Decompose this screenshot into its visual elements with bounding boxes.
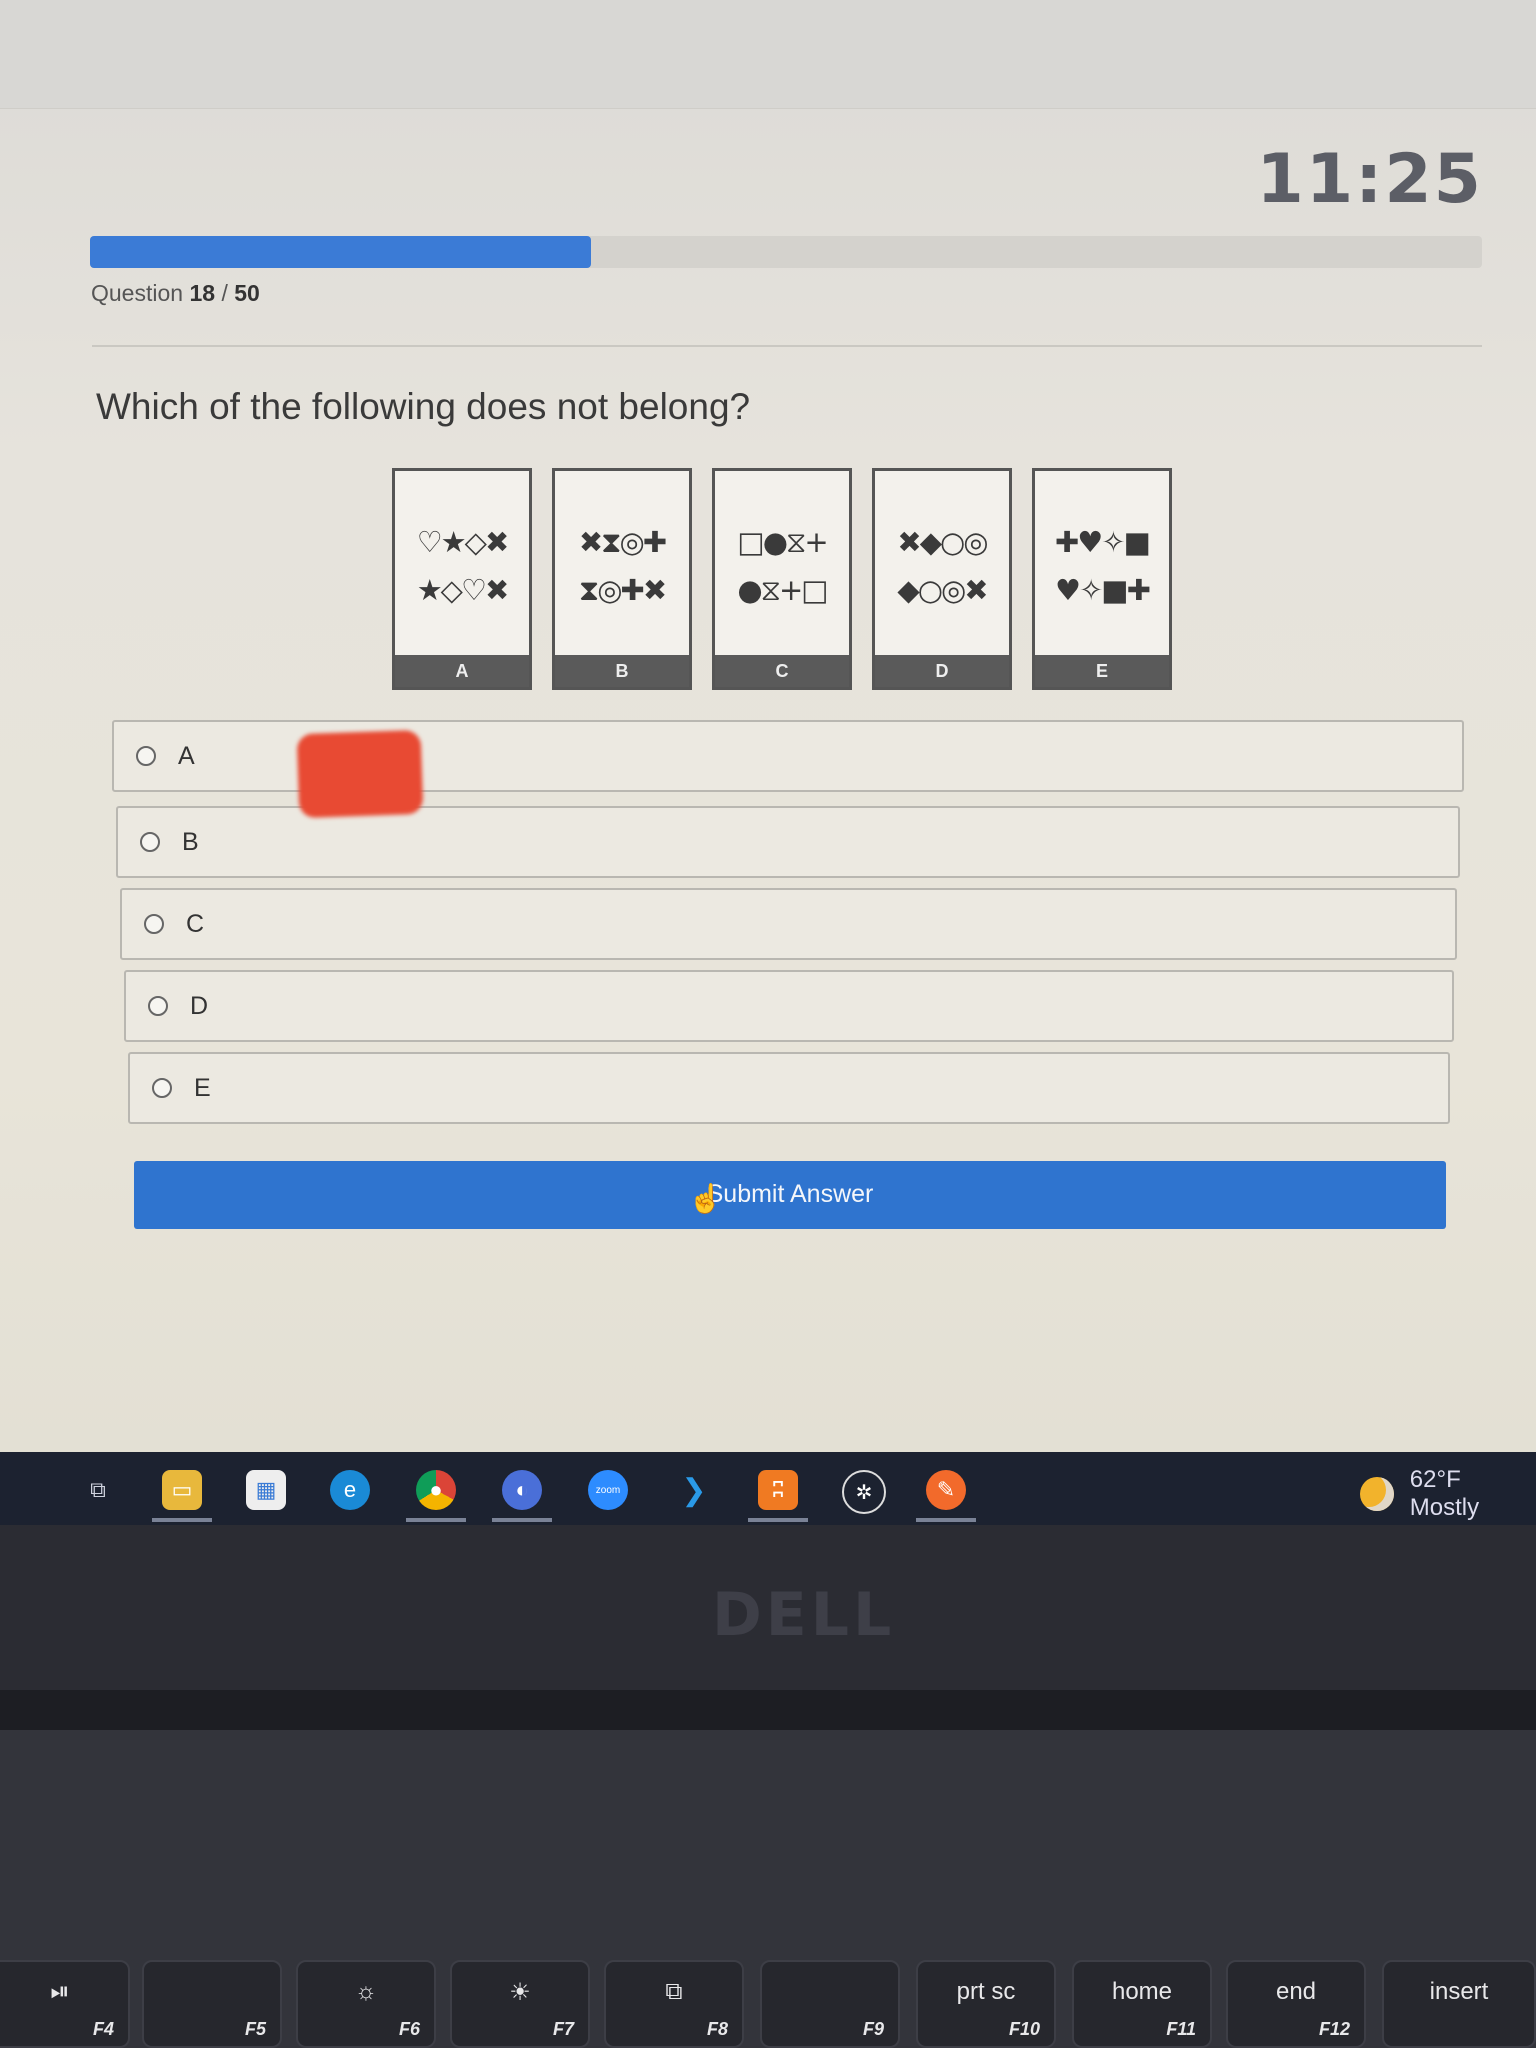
key-fn-label: F11 [1166,2019,1196,2039]
key-f9[interactable]: F9 [760,1960,900,2048]
chatgpt-icon[interactable]: ✲ [842,1470,886,1514]
key-top-label: home [1111,1978,1173,2005]
panel-symbols-row-1: ✖⧗◎✚ [578,525,667,559]
panel-symbols-row-1: ♡★◇✖ [416,525,510,559]
display-switch-icon: ⧉ [665,1978,683,2005]
panel-symbols-row-2: ♥✧■✚ [1055,573,1151,607]
active-app-indicator [748,1518,808,1522]
figure-panels: ♡★◇✖ ★◇♡✖ A ✖⧗◎✚ ⧗◎✚✖ B □●⧖+ ●⧖+□ C ✖◆○◎… [392,468,1172,690]
key-top-label: ⏯ [50,1978,70,2005]
panel-symbols-row-2: ⧗◎✚✖ [578,573,667,607]
key-top-label: end [1275,1978,1317,2005]
option-c-radio[interactable] [144,914,164,934]
panel-label: A [395,655,529,687]
key-fn-label: F5 [244,2019,266,2039]
quiz-timer: 11:25 [1256,140,1483,219]
key-f5[interactable]: F5 [142,1960,282,2048]
question-counter: Question 18 / 50 [91,280,260,307]
weather-widget[interactable]: 62°F Mostly [1360,1466,1536,1522]
question-text: Which of the following does not belong? [96,386,751,427]
option-d[interactable]: D [124,970,1454,1042]
option-b-label: B [182,828,199,856]
question-counter-prefix: Question [91,280,184,306]
panel-label: E [1035,655,1169,687]
figure-panel-d: ✖◆○◎ ◆○◎✖ D [872,468,1012,690]
option-e-radio[interactable] [152,1078,172,1098]
active-app-indicator [152,1518,212,1522]
panel-symbols-row-2: ◆○◎✖ [897,573,988,607]
active-app-indicator [916,1518,976,1522]
key-fn-label: F8 [706,2019,728,2039]
option-d-radio[interactable] [148,996,168,1016]
key-f7[interactable]: ☀ F7 [450,1960,590,2048]
key-f10[interactable]: prt sc F10 [916,1960,1056,2048]
key-insert[interactable]: insert [1382,1960,1536,2048]
panel-label: C [715,655,849,687]
brightness-up-icon: ☀ [509,1979,531,2006]
question-total: 50 [234,280,260,306]
panel-symbols-row-2: ★◇♡✖ [416,573,510,607]
panel-label: D [875,655,1009,687]
key-fn-label: F7 [552,2019,574,2039]
panel-symbols-row-2: ●⧖+□ [737,573,828,607]
vscode-icon[interactable]: ❯ [674,1470,714,1510]
key-fn-label: F6 [398,2019,420,2039]
figure-panel-c: □●⧖+ ●⧖+□ C [712,468,852,690]
panel-symbols-row-1: ✚♥✧■ [1055,525,1151,559]
key-top-label: insert [1429,1978,1489,2005]
option-d-label: D [190,992,209,1020]
file-explorer-icon[interactable]: ▭ [162,1470,202,1510]
weather-text: 62°F Mostly [1409,1466,1480,1521]
question-current: 18 [189,280,216,306]
store-icon[interactable]: ▦ [246,1470,286,1510]
key-fn-label: F10 [1008,2019,1040,2039]
edge-icon[interactable]: e [330,1470,370,1510]
progress-bar [90,236,1482,268]
option-c-label: C [186,910,205,938]
zoom-icon[interactable]: zoom [588,1470,628,1510]
weather-moon-icon [1360,1477,1394,1511]
red-redaction-mark [296,729,424,819]
task-view-icon[interactable]: ⧉ [78,1470,118,1510]
key-f6[interactable]: ☼ F6 [296,1960,436,2048]
xampp-icon[interactable]: ʭ [758,1470,798,1510]
dell-logo: DELL [712,1580,896,1650]
option-a-label: A [178,742,195,770]
key-fn-label: F9 [862,2019,884,2039]
key-f12[interactable]: end F12 [1226,1960,1366,2048]
orange-app-icon[interactable]: ✎ [926,1470,966,1510]
submit-answer-button[interactable]: Submit Answer [134,1161,1446,1229]
browser-top-area [0,0,1536,109]
progress-fill [90,236,592,268]
key-top-label: prt sc [956,1978,1016,2005]
active-app-indicator [406,1518,466,1522]
brightness-down-icon: ☼ [355,1978,377,2005]
hand-cursor-icon: ☝ [688,1183,723,1214]
option-e[interactable]: E [128,1052,1450,1124]
key-f11[interactable]: home F11 [1072,1960,1212,2048]
chrome-icon[interactable]: ● [416,1470,456,1510]
option-a-radio[interactable] [136,746,156,766]
key-f8[interactable]: ⧉ F8 [604,1960,744,2048]
key-fn-label: F4 [92,2019,114,2039]
option-e-label: E [194,1074,211,1102]
panel-symbols-row-1: □●⧖+ [737,525,828,559]
laptop-hinge [0,1690,1536,1730]
key-fn-label: F12 [1318,2019,1350,2039]
active-app-indicator [492,1518,552,1522]
question-counter-separator: / [221,280,228,306]
divider [92,345,1482,347]
figure-panel-b: ✖⧗◎✚ ⧗◎✚✖ B [552,468,692,690]
screen: 11:25 Question 18 / 50 Which of the foll… [0,0,1536,1525]
panel-label: B [555,655,689,687]
option-c[interactable]: C [120,888,1457,960]
key-f4[interactable]: ⏯ F4 [0,1960,130,2048]
app-icon[interactable]: ◐ [502,1470,542,1510]
figure-panel-a: ♡★◇✖ ★◇♡✖ A [392,468,532,690]
option-b-radio[interactable] [140,832,160,852]
panel-symbols-row-1: ✖◆○◎ [897,525,988,559]
figure-panel-e: ✚♥✧■ ♥✧■✚ E [1032,468,1172,690]
